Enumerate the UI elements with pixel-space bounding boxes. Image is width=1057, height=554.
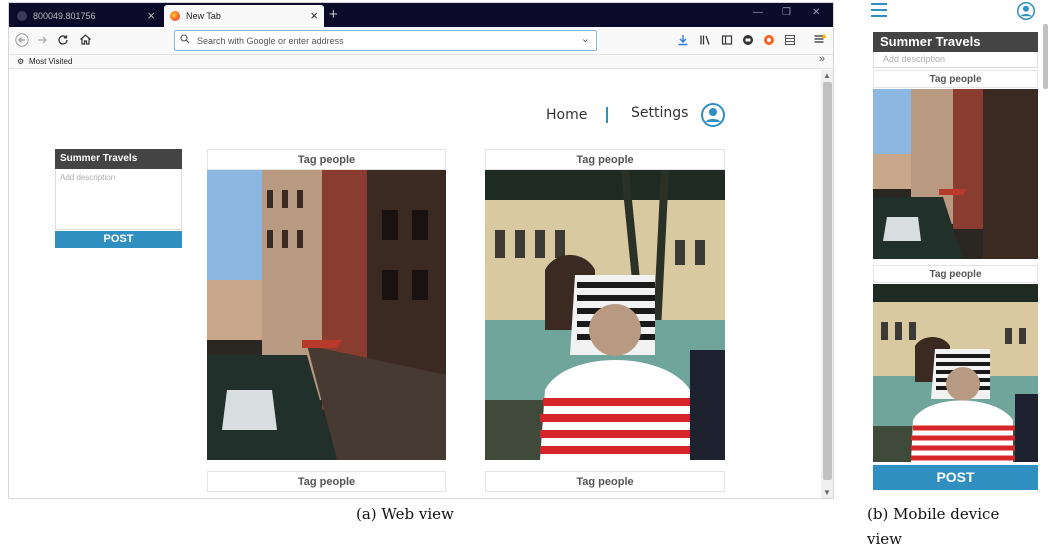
tag-people-button[interactable]: Tag people bbox=[485, 149, 725, 170]
extension-icon[interactable] bbox=[763, 34, 775, 46]
nav-home-link[interactable]: Home bbox=[546, 107, 587, 123]
tag-people-button[interactable]: Tag people bbox=[873, 70, 1038, 88]
profile-icon[interactable] bbox=[1017, 2, 1035, 20]
close-window-icon[interactable]: ✕ bbox=[812, 7, 820, 18]
mobile-scrollbar-thumb[interactable] bbox=[1043, 24, 1048, 89]
post-composer: Summer Travels Add description POST bbox=[55, 149, 182, 248]
bookmark-most-visited[interactable]: Most Visited bbox=[29, 55, 72, 68]
bookmarks-overflow-button[interactable]: » bbox=[819, 53, 825, 66]
page-scrollbar[interactable]: ▲ ▼ bbox=[821, 70, 833, 498]
nav-settings-link[interactable]: Settings bbox=[631, 105, 688, 121]
photo-gondolier-and-passenger[interactable] bbox=[485, 170, 725, 460]
description-field[interactable]: Add description bbox=[55, 169, 182, 230]
close-tab-icon[interactable]: × bbox=[147, 5, 155, 27]
browser-tab-active[interactable]: New Tab × bbox=[164, 5, 324, 27]
mobile-view: Summer Travels Add description Tag peopl… bbox=[867, 0, 1049, 495]
scroll-up-icon[interactable]: ▲ bbox=[823, 71, 831, 80]
profile-icon[interactable] bbox=[701, 103, 725, 127]
account-icon[interactable] bbox=[742, 34, 754, 46]
address-input[interactable] bbox=[195, 33, 575, 48]
browser-tab-inactive[interactable]: 800049.801756 × bbox=[11, 5, 161, 27]
nav-separator bbox=[606, 107, 608, 123]
tab-label: 800049.801756 bbox=[33, 11, 96, 21]
scrollbar-thumb[interactable] bbox=[823, 82, 832, 480]
tag-people-button[interactable]: Tag people bbox=[485, 471, 725, 492]
album-title[interactable]: Summer Travels bbox=[55, 149, 182, 169]
library-icon[interactable] bbox=[699, 34, 711, 46]
photo-venice-canal-street[interactable] bbox=[207, 170, 446, 460]
album-title[interactable]: Summer Travels bbox=[873, 32, 1038, 52]
tag-people-button[interactable]: Tag people bbox=[207, 471, 446, 492]
reload-icon[interactable] bbox=[57, 34, 69, 46]
bookmarks-bar: ⚙ Most Visited » bbox=[9, 53, 833, 69]
hamburger-menu-icon[interactable] bbox=[871, 3, 887, 17]
web-view-browser: 800049.801756 × New Tab × + — ❐ ✕ ⌄ ⚙ bbox=[8, 2, 834, 499]
address-bar[interactable]: ⌄ bbox=[174, 30, 597, 51]
caption-mobile-view: (b) Mobile device bbox=[867, 505, 1000, 523]
description-field[interactable]: Add description bbox=[873, 52, 1038, 68]
photo-venice-canal-street[interactable] bbox=[873, 89, 1038, 259]
firefox-icon bbox=[170, 11, 180, 21]
tag-people-button[interactable]: Tag people bbox=[873, 265, 1038, 283]
back-icon[interactable] bbox=[15, 33, 29, 47]
tab-label: New Tab bbox=[186, 11, 221, 21]
download-icon[interactable] bbox=[677, 34, 689, 46]
tag-people-button[interactable]: Tag people bbox=[207, 149, 446, 170]
minimize-icon[interactable]: — bbox=[753, 7, 763, 18]
scroll-down-icon[interactable]: ▼ bbox=[823, 488, 831, 497]
menu-icon[interactable] bbox=[813, 32, 827, 46]
restore-icon[interactable]: ❐ bbox=[782, 7, 791, 18]
close-tab-icon[interactable]: × bbox=[310, 5, 318, 27]
tab-favicon-icon bbox=[17, 11, 27, 21]
page-content: Home Settings Summer Travels Add descrip… bbox=[9, 70, 821, 498]
browser-navbar: ⌄ bbox=[9, 27, 833, 55]
photo-gondolier-and-passenger[interactable] bbox=[873, 284, 1038, 462]
post-button[interactable]: POST bbox=[55, 231, 182, 248]
forward-icon[interactable] bbox=[36, 34, 48, 46]
search-icon bbox=[180, 34, 190, 44]
sidebar-icon[interactable] bbox=[721, 34, 733, 46]
caption-web-view: (a) Web view bbox=[356, 505, 454, 523]
new-tab-button[interactable]: + bbox=[329, 5, 338, 25]
caption-mobile-view-line2: view bbox=[867, 530, 902, 548]
post-button[interactable]: POST bbox=[873, 465, 1038, 490]
grid-icon[interactable] bbox=[784, 34, 796, 46]
gear-icon: ⚙ bbox=[17, 57, 25, 66]
browser-titlebar: 800049.801756 × New Tab × + — ❐ ✕ bbox=[9, 3, 833, 27]
home-icon[interactable] bbox=[79, 33, 92, 46]
chevron-down-icon[interactable]: ⌄ bbox=[581, 32, 590, 45]
